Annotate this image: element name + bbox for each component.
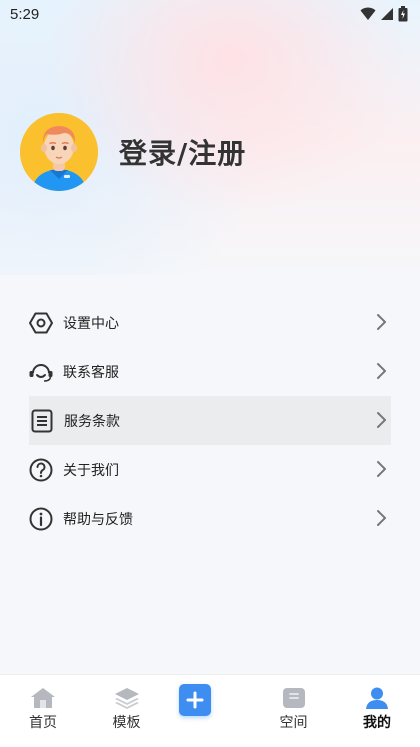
- menu-item-terms[interactable]: 服务条款: [29, 396, 391, 445]
- inbox-icon: [282, 688, 305, 708]
- menu-item-label: 联系客服: [63, 364, 119, 381]
- home-icon: [31, 688, 55, 708]
- status-time: 5:29: [10, 5, 40, 23]
- add-button[interactable]: [179, 684, 211, 716]
- tab-templates[interactable]: 模板: [96, 675, 158, 747]
- status-icons: [360, 6, 408, 22]
- cell-signal-icon: [381, 8, 393, 20]
- profile-header: 5:29 登录/注册: [0, 0, 420, 275]
- bottom-tab-bar: 首页 模板 空间 我的: [0, 674, 420, 747]
- tab-home[interactable]: 首页: [12, 675, 74, 747]
- settings-hexagon-icon: [28, 310, 54, 336]
- tab-label: 首页: [29, 715, 57, 731]
- tab-label: 模板: [112, 715, 141, 731]
- document-icon: [29, 408, 55, 434]
- status-bar: 5:29: [0, 0, 420, 28]
- login-register-label[interactable]: 登录/注册: [119, 132, 246, 172]
- question-icon: [28, 457, 54, 483]
- chevron-right-icon: [377, 412, 386, 428]
- add-icon: [186, 691, 204, 709]
- layers-icon: [114, 688, 139, 709]
- chevron-right-icon: [377, 363, 386, 379]
- user-avatar[interactable]: [20, 113, 98, 191]
- menu-item-about[interactable]: 关于我们: [0, 445, 420, 494]
- menu-item-settings[interactable]: 设置中心: [0, 298, 420, 347]
- chevron-right-icon: [377, 314, 386, 330]
- menu-item-label: 服务条款: [64, 413, 120, 430]
- profile-block[interactable]: 登录/注册: [20, 113, 246, 191]
- tab-label: 空间: [279, 715, 308, 731]
- tab-mine[interactable]: 我的: [346, 675, 408, 747]
- menu-item-label: 关于我们: [63, 462, 119, 479]
- info-icon: [28, 506, 54, 532]
- chevron-right-icon: [377, 510, 386, 526]
- tab-space[interactable]: 空间: [263, 675, 325, 747]
- menu-item-help-feedback[interactable]: 帮助与反馈: [0, 494, 420, 543]
- chevron-right-icon: [377, 461, 386, 477]
- menu-item-customer-service[interactable]: 联系客服: [0, 347, 420, 396]
- battery-icon: [398, 6, 408, 22]
- settings-menu: 设置中心 联系客服 服务条款 关于我们 帮助与反馈: [0, 298, 420, 543]
- person-icon: [366, 687, 388, 709]
- menu-item-label: 帮助与反馈: [63, 511, 133, 528]
- headset-icon: [28, 359, 54, 385]
- menu-item-label: 设置中心: [63, 315, 119, 332]
- tab-add[interactable]: [179, 675, 241, 747]
- wifi-icon: [360, 7, 376, 20]
- tab-label: 我的: [363, 715, 391, 731]
